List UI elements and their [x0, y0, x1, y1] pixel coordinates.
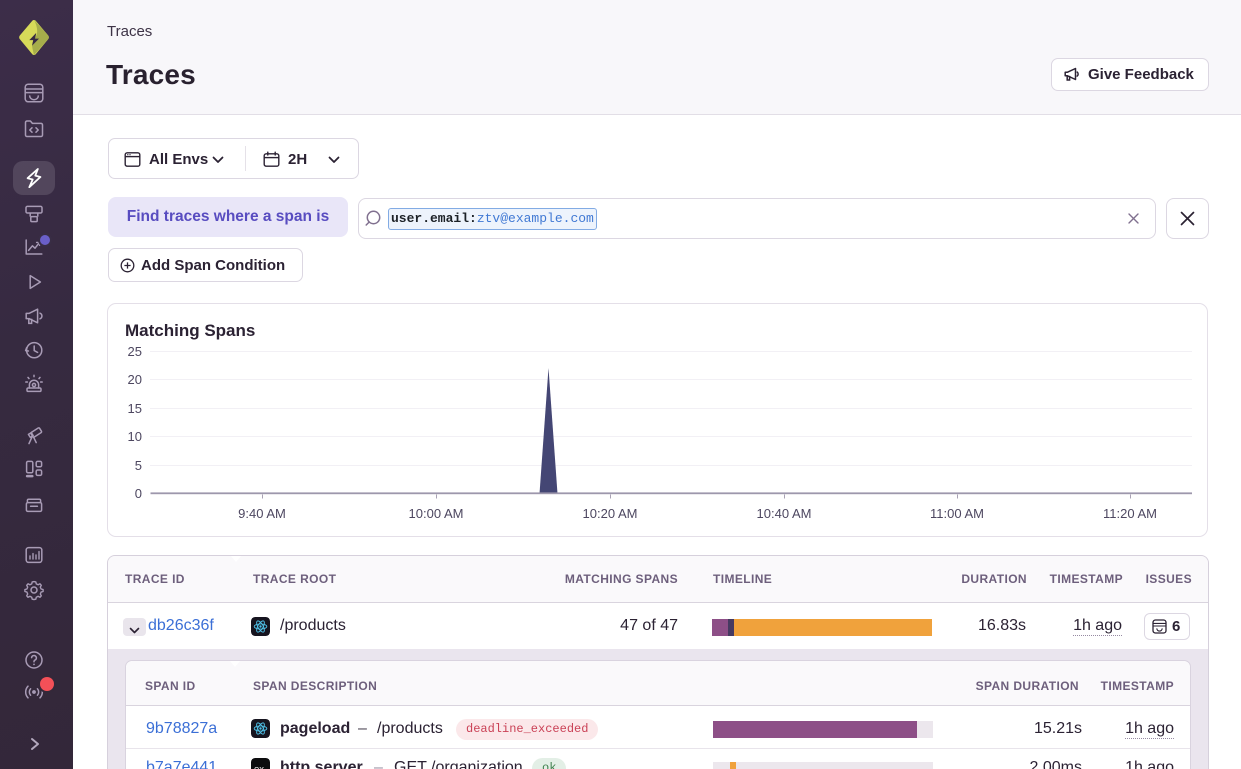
svg-text:ex: ex [254, 764, 264, 769]
